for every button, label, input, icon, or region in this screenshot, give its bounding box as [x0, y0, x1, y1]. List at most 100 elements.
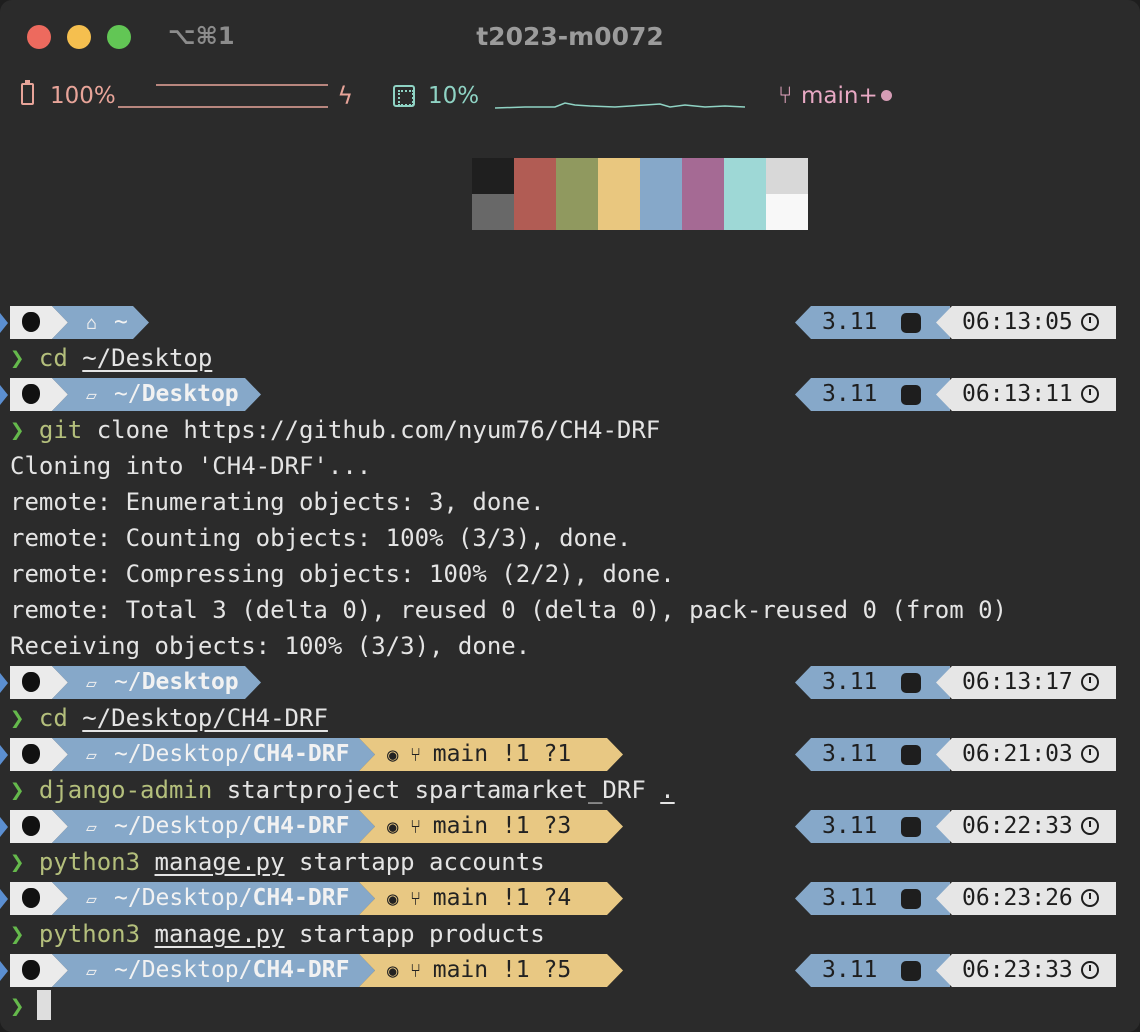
python-version-segment: 3.11	[795, 954, 950, 987]
prompt-line: ▱ ~/Desktop 3.11 06:13:11	[0, 375, 1140, 411]
directory-path: ~/	[114, 381, 142, 407]
git-status-dot-icon	[881, 90, 892, 101]
directory-path: ~/Desktop/	[114, 813, 253, 839]
palette-swatch	[556, 194, 598, 230]
prompt-time: 06:13:17	[962, 669, 1073, 695]
python-icon	[901, 745, 922, 765]
directory-path: ~	[114, 309, 128, 335]
output-text: remote: Total 3 (delta 0), reused 0 (del…	[10, 596, 1007, 624]
command-name: django-admin	[38, 776, 213, 804]
time-segment: 06:22:33	[936, 810, 1116, 843]
clock-icon	[1080, 673, 1099, 691]
clock-icon	[1080, 889, 1099, 907]
text-cursor[interactable]	[37, 990, 51, 1020]
python-version: 3.11	[822, 669, 878, 695]
prompt-line: ▱ ~/Desktop/CH4-DRF ◉ ⑂ main !1 ?4 3.11 06:2…	[0, 879, 1140, 915]
python-version: 3.11	[822, 741, 878, 767]
python-version-segment: 3.11	[795, 306, 950, 339]
directory-segment: ▱ ~/Desktop/CH4-DRF	[52, 954, 375, 987]
git-segment: ◉ ⑂ main !1 ?1	[359, 738, 623, 771]
command-args: startproject spartamarket_DRF	[226, 776, 646, 804]
git-segment: ◉ ⑂ main !1 ?5	[359, 954, 623, 987]
command-text: ❯ git clone https://github.com/nyum76/CH…	[10, 413, 660, 447]
github-icon: ◉ ⑂	[387, 888, 433, 910]
prompt-symbol: ❯	[10, 848, 25, 876]
directory-segment: ▱ ~/Desktop/CH4-DRF	[52, 738, 375, 771]
git-status: main !1 ?5	[432, 957, 572, 983]
terminal-window: ⌥⌘1 t2023-m0072 100% ϟ 10% ⑂ main+ ⌂ ~3.1…	[0, 0, 1140, 1032]
output-text: Receiving objects: 100% (3/3), done.	[10, 632, 531, 660]
command-line: ❯ git clone https://github.com/nyum76/CH…	[0, 411, 1140, 447]
prompt-time: 06:23:33	[962, 957, 1073, 983]
prompt-time: 06:21:03	[962, 741, 1073, 767]
directory-current: Desktop	[141, 669, 239, 695]
time-segment: 06:23:26	[936, 882, 1116, 915]
palette-swatch	[724, 158, 766, 194]
python-version: 3.11	[822, 813, 878, 839]
command-name: python3	[38, 920, 141, 948]
time-segment: 06:23:33	[936, 954, 1116, 987]
clock-icon	[1080, 313, 1099, 331]
clock-icon	[1080, 745, 1099, 763]
command-args: ~/Desktop	[82, 344, 213, 372]
window-title: t2023-m0072	[476, 22, 664, 51]
battery-percent: 100%	[50, 83, 116, 109]
prompt-marker-icon	[0, 673, 8, 693]
palette-swatch	[766, 158, 808, 194]
prompt-symbol: ❯	[10, 416, 25, 444]
command-text: ❯ python3 manage.py startapp products	[10, 917, 545, 951]
git-branch-name: main	[801, 83, 859, 109]
command-line: ❯ python3 manage.py startapp products	[0, 915, 1140, 951]
git-branch-icon: ⑂	[778, 81, 793, 109]
directory-current: CH4-DRF	[252, 741, 350, 767]
cpu-graph	[495, 102, 745, 109]
prompt-marker-icon	[0, 817, 8, 837]
git-dirty-marker: +	[858, 83, 878, 109]
python-version-segment: 3.11	[795, 810, 950, 843]
command-args: ~/Desktop/CH4-DRF	[82, 704, 328, 732]
prompt-time: 06:13:05	[962, 309, 1073, 335]
prompt-line: ▱ ~/Desktop 3.11 06:13:17	[0, 663, 1140, 699]
prompt-line: ▱ ~/Desktop/CH4-DRF ◉ ⑂ main !1 ?1 3.11 06:2…	[0, 735, 1140, 771]
battery-graph	[118, 84, 328, 108]
command-args: .	[660, 776, 675, 804]
prompt-symbol: ❯	[10, 920, 25, 948]
python-version: 3.11	[822, 885, 878, 911]
palette-swatch	[724, 194, 766, 230]
output-line: remote: Compressing objects: 100% (2/2),…	[0, 555, 1140, 591]
command-name: cd	[38, 344, 68, 372]
folder-icon: ▱	[86, 673, 97, 694]
python-icon	[901, 385, 922, 405]
palette-swatch	[682, 158, 724, 194]
git-segment: ◉ ⑂ main !1 ?3	[359, 810, 623, 843]
prompt-symbol: ❯	[10, 776, 25, 804]
command-line: ❯ cd ~/Desktop/CH4-DRF	[0, 699, 1140, 735]
time-segment: 06:13:11	[936, 378, 1116, 411]
python-icon	[901, 961, 922, 981]
python-icon	[901, 817, 922, 837]
folder-icon: ▱	[86, 745, 97, 766]
palette-swatch	[640, 158, 682, 194]
color-palette	[472, 158, 808, 230]
clock-icon	[1080, 385, 1099, 403]
folder-icon: ▱	[86, 817, 97, 838]
palette-swatch	[598, 158, 640, 194]
github-icon: ◉ ⑂	[387, 960, 433, 982]
folder-icon: ▱	[86, 961, 97, 982]
command-line: ❯ cd ~/Desktop	[0, 339, 1140, 375]
command-text: ❯ django-admin startproject spartamarket…	[10, 773, 675, 807]
apple-icon	[22, 744, 40, 764]
output-text: Cloning into 'CH4-DRF'...	[10, 452, 372, 480]
command-line: ❯ python3 manage.py startapp accounts	[0, 843, 1140, 879]
palette-swatch	[766, 194, 808, 230]
palette-swatch	[640, 194, 682, 230]
command-args: manage.py	[154, 848, 285, 876]
prompt-symbol: ❯	[10, 704, 25, 732]
directory-segment: ▱ ~/Desktop/CH4-DRF	[52, 882, 375, 915]
directory-current: CH4-DRF	[252, 813, 350, 839]
directory-segment: ▱ ~/Desktop	[52, 378, 261, 411]
output-line: remote: Total 3 (delta 0), reused 0 (del…	[0, 591, 1140, 627]
command-line: ❯ django-admin startproject spartamarket…	[0, 771, 1140, 807]
prompt-line: ⌂ ~3.11 06:13:05	[0, 303, 1140, 339]
prompt-marker-icon	[0, 745, 8, 765]
